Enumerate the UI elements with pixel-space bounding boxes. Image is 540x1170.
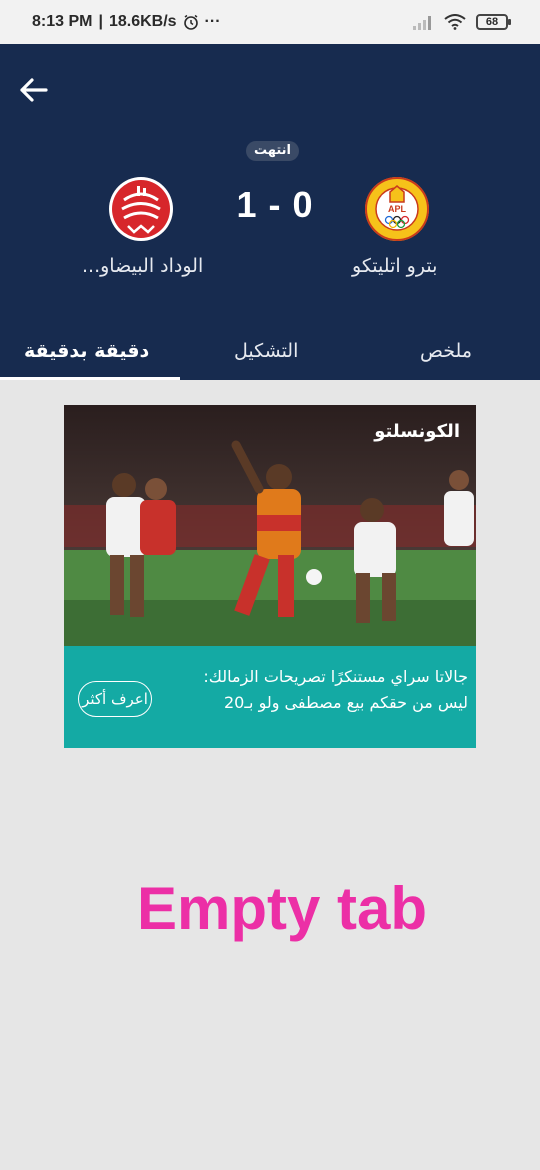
signal-icon	[413, 16, 431, 30]
tab-summary[interactable]: ملخص	[420, 340, 472, 380]
more-icon: ···	[204, 13, 221, 30]
status-separator: |	[98, 13, 103, 30]
back-arrow-icon[interactable]	[16, 72, 52, 108]
ad-brand-logo: الكونسلتو	[374, 421, 460, 442]
battery-indicator: 68	[476, 14, 511, 30]
status-bar: 8:13 PM | 18.6KB/s ··· 68	[0, 0, 540, 44]
learn-more-button[interactable]: اعرف أكثر	[78, 681, 152, 717]
wifi-icon	[444, 14, 466, 30]
tab-minute-by-minute[interactable]: دقيقة بدقيقة	[24, 340, 149, 380]
alarm-icon	[183, 14, 198, 30]
ad-banner[interactable]: الكونسلتو جالاتا سراي مستنكرًا تصريحات ا…	[64, 405, 476, 748]
active-tab-indicator	[0, 377, 180, 380]
status-right: 68	[412, 14, 511, 30]
svg-text:APL: APL	[388, 204, 407, 214]
home-team-name: بترو اتليتكو	[352, 255, 438, 277]
away-team-logo	[109, 177, 173, 241]
ad-headline-line1: جالاتا سراي مستنكرًا تصريحات الزمالك:	[203, 667, 468, 686]
match-header: انتهت 1 - 0 APL بترو اتليتكو الوداد البي…	[0, 44, 540, 380]
ad-headline: جالاتا سراي مستنكرًا تصريحات الزمالك: لي…	[198, 664, 468, 716]
tab-lineup[interactable]: التشكيل	[234, 340, 298, 380]
ad-headline-line2: ليس من حقكم بيع مصطفى ولو بـ20	[224, 693, 468, 712]
status-left: 8:13 PM | 18.6KB/s ···	[32, 13, 221, 31]
match-score: 1 - 0	[236, 184, 314, 225]
away-team-name: الوداد البيضاو...	[82, 255, 204, 277]
match-status-badge: انتهت	[246, 141, 299, 161]
status-speed: 18.6KB/s	[108, 13, 177, 30]
status-time: 8:13 PM	[32, 13, 93, 30]
ad-photo: الكونسلتو	[64, 405, 476, 646]
empty-tab-label: Empty tab	[136, 875, 428, 942]
home-team-logo: APL	[365, 177, 429, 241]
match-tabs: ملخص التشكيل دقيقة بدقيقة	[0, 334, 540, 380]
